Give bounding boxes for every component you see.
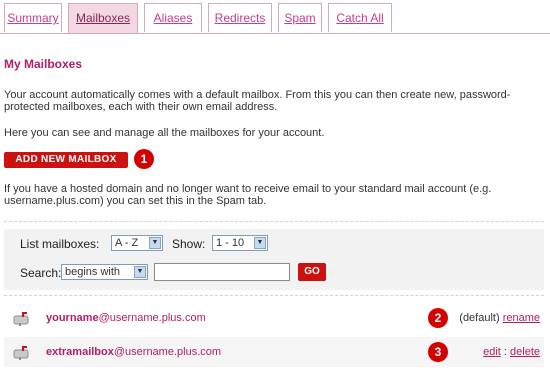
sort-select-value: A - Z [115,237,139,249]
page-title: My Mailboxes [4,57,83,71]
range-select-value: 1 - 10 [216,237,245,249]
tab-summary[interactable]: Summary [4,3,62,32]
mailbox-name: extramailbox [46,346,114,358]
mailbox-actions: edit : delete [483,346,540,358]
intro-line-3: Here you can see and manage all the mail… [4,127,325,139]
chevron-down-icon: ▼ [149,237,161,249]
tab-bar: Summary Mailboxes Aliases Redirects Spam… [0,0,550,34]
show-label: Show: [172,237,206,251]
edit-link[interactable]: edit [483,346,501,358]
chevron-down-icon: ▼ [254,237,266,249]
divider [4,295,544,296]
hosted-note-line-1: If you have a hosted domain and no longe… [4,183,492,195]
mailbox-icon [13,312,29,326]
add-new-mailbox-button[interactable]: ADD NEW MAILBOX [4,152,128,168]
tab-aliases[interactable]: Aliases [144,3,202,32]
mailbox-domain: @username.plus.com [98,312,206,324]
mailbox-domain: @username.plus.com [113,346,222,358]
mailbox-row: yourname@username.plus.com 2 (default) r… [4,303,544,333]
range-select[interactable]: 1 - 10 ▼ [212,235,268,251]
mailbox-row: extramailbox@username.plus.com 3 edit : … [4,337,544,367]
tab-spam[interactable]: Spam [278,3,322,32]
mailbox-filter-panel: List mailboxes: A - Z ▼ Show: 1 - 10 ▼ S… [4,229,544,290]
callout-badge-2: 2 [428,308,448,328]
tab-catch-all[interactable]: Catch All [328,3,392,32]
action-separator: : [503,346,507,358]
search-mode-value: begins with [65,266,121,278]
intro-line-1: Your account automatically comes with a … [4,89,511,101]
search-input[interactable] [154,263,290,281]
mailbox-address: extramailbox@username.plus.com [46,346,221,358]
go-button[interactable]: GO [298,263,326,281]
search-mode-select[interactable]: begins with ▼ [61,264,148,280]
search-label: Search: [20,266,62,280]
divider [4,221,544,222]
callout-badge-3: 3 [428,342,448,362]
sort-select[interactable]: A - Z ▼ [111,235,163,251]
intro-line-2: protected mailboxes, each with their own… [4,101,278,113]
mailbox-address: yourname@username.plus.com [46,312,206,324]
rename-link[interactable]: rename [503,312,540,324]
hosted-note-line-2: username.plus.com) you can set this in t… [4,195,267,207]
default-label: (default) [459,312,500,324]
mailbox-actions: (default) rename [459,312,540,324]
tab-mailboxes[interactable]: Mailboxes [68,3,138,33]
chevron-down-icon: ▼ [134,266,146,278]
delete-link[interactable]: delete [510,346,540,358]
mailbox-icon [13,346,29,360]
mailbox-name: yourname [46,312,99,324]
tab-redirects[interactable]: Redirects [208,3,272,32]
list-mailboxes-label: List mailboxes: [20,237,100,251]
callout-badge-1: 1 [134,149,154,169]
